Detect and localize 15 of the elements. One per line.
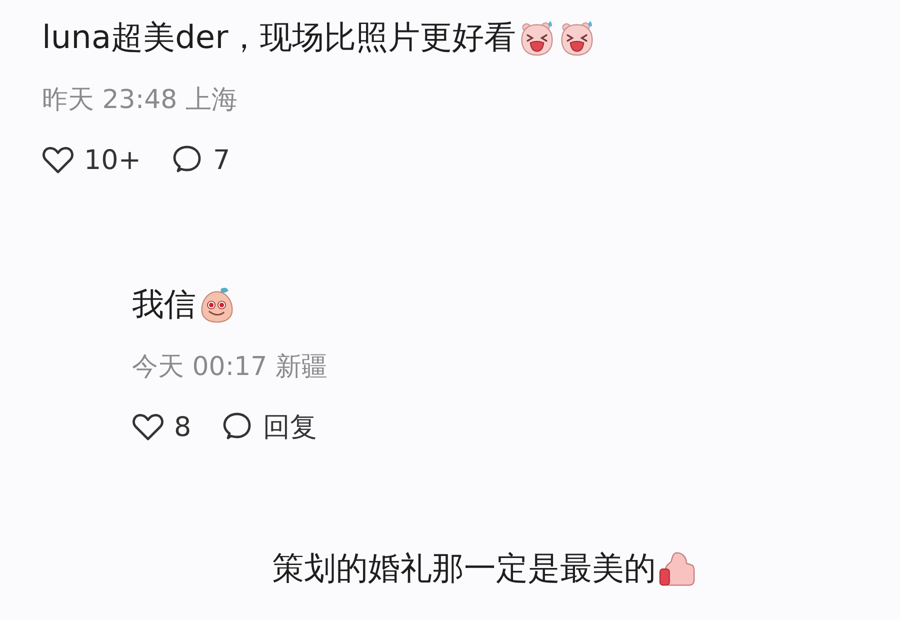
heart-icon — [132, 412, 164, 442]
comment-text: 策划的婚礼那一定是最美的 — [272, 548, 656, 589]
comment-text: luna超美der，现场比照片更好看 — [42, 17, 516, 58]
comment-text: 我信 — [132, 284, 196, 325]
like-button[interactable]: 10+ — [42, 144, 141, 176]
like-button[interactable]: 8 — [132, 412, 192, 442]
reply-button[interactable]: 回复 — [221, 409, 318, 445]
heart-icon — [42, 145, 74, 175]
comment-time-location: 昨天 23:48 上海 — [42, 84, 238, 117]
comment-bubble-icon — [170, 145, 203, 175]
reply-button[interactable]: 7 — [170, 144, 230, 176]
thumbs-up-icon — [658, 550, 696, 588]
peach-face-icon — [198, 286, 236, 324]
comment-time-location: 今天 00:17 新疆 — [132, 351, 328, 384]
comment-bubble-icon — [221, 412, 254, 442]
